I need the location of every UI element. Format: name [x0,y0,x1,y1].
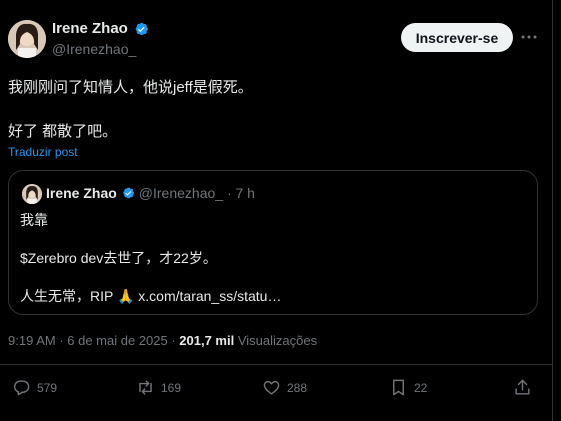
bookmark-button[interactable]: 22 [389,378,427,397]
quote-text-line-3: 人生无常，RIP 🙏 x.com/taran_ss/statu… [20,288,282,304]
author-display-name[interactable]: Irene Zhao [52,20,128,37]
bookmark-icon [393,379,404,396]
avatar[interactable] [8,20,46,58]
like-icon [263,380,280,395]
post-meta: 9:19 AM · 6 de mai de 2025 · 201,7 mil V… [8,333,317,348]
like-count: 288 [287,380,308,395]
post-text-line-2: 好了 都散了吧。 [8,123,118,140]
repost-count: 169 [161,380,182,395]
translate-link[interactable]: Traduzir post [8,145,78,159]
column-border [552,0,553,421]
share-button[interactable] [513,378,532,397]
author-handle[interactable]: @Irenezhao_ [52,41,136,57]
bookmark-count: 22 [414,380,428,395]
quote-avatar [22,184,42,204]
reply-count: 579 [37,380,58,395]
quote-text-line-1: 我靠 [20,212,48,228]
post: Irene Zhao @Irenezhao_ Inscrever-se 我刚刚问… [0,0,561,421]
quote-text-line-2: $Zerebro dev去世了，才22岁。 [20,250,217,266]
views-label: Visualizações [234,333,318,348]
like-button[interactable]: 288 [262,378,307,397]
post-timestamp[interactable]: 9:19 AM · 6 de mai de 2025 · [8,333,179,348]
subscribe-button[interactable]: Inscrever-se [401,23,513,52]
quoted-post[interactable]: Irene Zhao @Irenezhao_ · 7 h 我靠 $Zerebro… [8,170,538,315]
divider [0,364,552,365]
post-text-line-1: 我刚刚问了知情人，他说jeff是假死。 [8,79,253,96]
quote-handle-time: @Irenezhao_ · 7 h [138,185,255,201]
author-name-row: Irene Zhao [52,20,149,37]
share-icon [515,379,530,395]
repost-icon [139,380,152,395]
reply-icon [13,380,30,396]
reply-button[interactable]: 579 [12,378,57,397]
quote-verified-badge-icon [121,186,135,200]
verified-badge-icon [133,21,149,37]
repost-button[interactable]: 169 [136,378,181,397]
more-icon[interactable] [520,28,538,46]
quote-display-name: Irene Zhao [46,185,117,201]
views-count: 201,7 mil [179,333,235,348]
quote-header: Irene Zhao @Irenezhao_ · 7 h [46,185,255,201]
